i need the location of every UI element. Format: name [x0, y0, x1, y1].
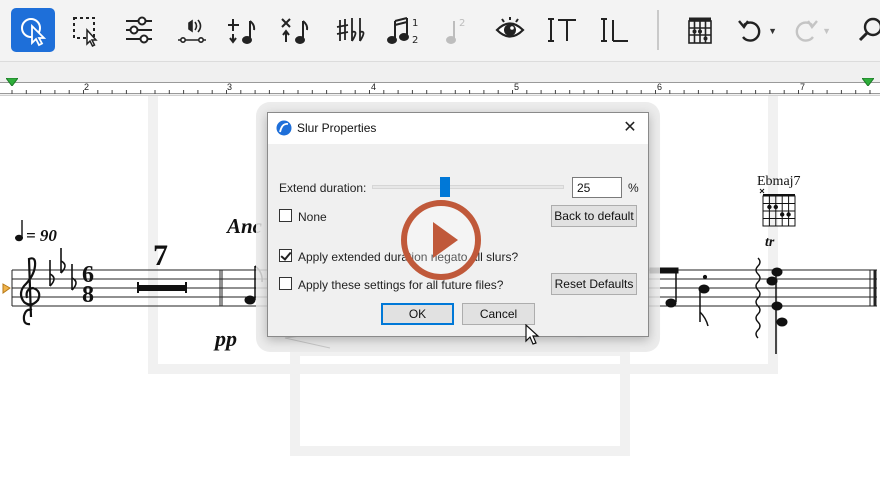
app-logo-icon	[276, 120, 292, 136]
text-cursor-icon	[548, 18, 576, 42]
undo-dropdown-icon[interactable]: ▼	[768, 26, 777, 36]
cancel-button[interactable]: Cancel	[462, 303, 535, 325]
dialog-title: Slur Properties	[297, 121, 377, 135]
extend-duration-slider-thumb[interactable]	[439, 177, 450, 197]
treble-clef	[19, 257, 41, 326]
redo-dropdown-icon[interactable]: ▼	[822, 26, 831, 36]
back-to-default-button[interactable]: Back to default	[551, 205, 637, 227]
play-icon	[433, 222, 458, 258]
undo-button[interactable]: ▼	[729, 8, 777, 52]
apply-future-files-label: Apply these settings for all future file…	[298, 278, 504, 292]
none-label: None	[298, 210, 327, 224]
ruler-number: 4	[371, 82, 377, 92]
pointer-icon	[21, 18, 47, 47]
lyrics-cursor-icon	[601, 18, 628, 42]
text-tool[interactable]	[541, 8, 585, 52]
speaker-staff-icon	[178, 19, 206, 43]
mouse-cursor-icon	[525, 324, 540, 345]
add-note-tool[interactable]	[223, 8, 267, 52]
app-window: 12 2 ▼ ▼ 2 3 4 5 6 7 = 90 Anc 6 8 7 pp E…	[0, 0, 880, 480]
marquee-select-tool[interactable]	[64, 8, 108, 52]
view-tool[interactable]	[488, 8, 532, 52]
percent-unit-label: %	[628, 181, 639, 195]
search-button[interactable]	[850, 8, 880, 52]
ruler-number: 6	[657, 82, 663, 92]
remove-note-tool[interactable]	[276, 8, 320, 52]
dynamic-marking[interactable]: pp	[215, 326, 237, 352]
multirest	[137, 282, 187, 293]
plus-note-icon	[228, 19, 256, 44]
note-2-disabled-icon: 2	[446, 18, 465, 44]
ok-button[interactable]: OK	[381, 303, 454, 325]
extend-duration-input[interactable]	[572, 177, 622, 198]
apply-future-files-checkbox[interactable]	[279, 277, 292, 290]
svg-text:2: 2	[412, 35, 418, 46]
voices-tool[interactable]: 12	[382, 8, 426, 52]
redo-icon	[795, 20, 818, 42]
lyrics-tool[interactable]	[594, 8, 638, 52]
chord-grid-icon	[688, 17, 712, 44]
none-checkbox[interactable]	[279, 209, 292, 222]
main-toolbar: 12 2 ▼ ▼	[0, 0, 880, 62]
selection-marker	[2, 283, 11, 294]
marquee-select-icon	[73, 17, 98, 47]
redo-button[interactable]: ▼	[783, 8, 831, 52]
eye-icon	[495, 17, 525, 38]
ruler-ticks	[11, 90, 871, 94]
ruler[interactable]: 2 3 4 5 6 7	[0, 62, 880, 96]
undo-icon	[738, 20, 761, 42]
ruler-number: 3	[227, 82, 233, 92]
time-signature-bottom: 8	[82, 282, 94, 308]
key-signature-flats	[49, 248, 77, 291]
tempo-marking[interactable]: = 90	[26, 226, 57, 246]
multirest-count: 7	[153, 239, 168, 272]
ruler-number: 5	[514, 82, 520, 92]
select-tool[interactable]	[11, 8, 55, 52]
chord-diagram-tool[interactable]	[678, 8, 722, 52]
extend-duration-slider-track[interactable]	[372, 185, 564, 189]
reset-defaults-button[interactable]: Reset Defaults	[551, 273, 637, 295]
toolbar-separator	[657, 10, 659, 50]
left-margin-marker[interactable]	[6, 78, 18, 86]
close-icon[interactable]: ✕	[620, 118, 640, 138]
ruler-strip: 2 3 4 5 6 7	[0, 82, 880, 94]
mixer-tool[interactable]	[117, 8, 161, 52]
ruler-number: 2	[84, 82, 90, 92]
apply-all-slurs-checkbox[interactable]	[279, 249, 292, 262]
voice-2-tool[interactable]: 2	[435, 8, 479, 52]
svg-text:1: 1	[412, 18, 418, 29]
search-icon	[858, 17, 880, 42]
x-note-icon	[281, 18, 309, 44]
ruler-number: 7	[800, 82, 806, 92]
svg-text:2: 2	[459, 18, 465, 29]
sharp-flat-icon	[336, 18, 365, 42]
extend-duration-label: Extend duration:	[279, 181, 367, 195]
chord-symbol[interactable]: Ebmaj7	[757, 174, 801, 190]
accidentals-tool[interactable]	[329, 8, 373, 52]
playback-tool[interactable]	[170, 8, 214, 52]
dialog-titlebar[interactable]: Slur Properties ✕	[268, 113, 648, 144]
sliders-icon	[126, 16, 152, 44]
voice-notes-icon: 12	[387, 17, 418, 46]
right-margin-marker[interactable]	[862, 78, 874, 86]
trill-ornament: tr	[765, 235, 775, 250]
